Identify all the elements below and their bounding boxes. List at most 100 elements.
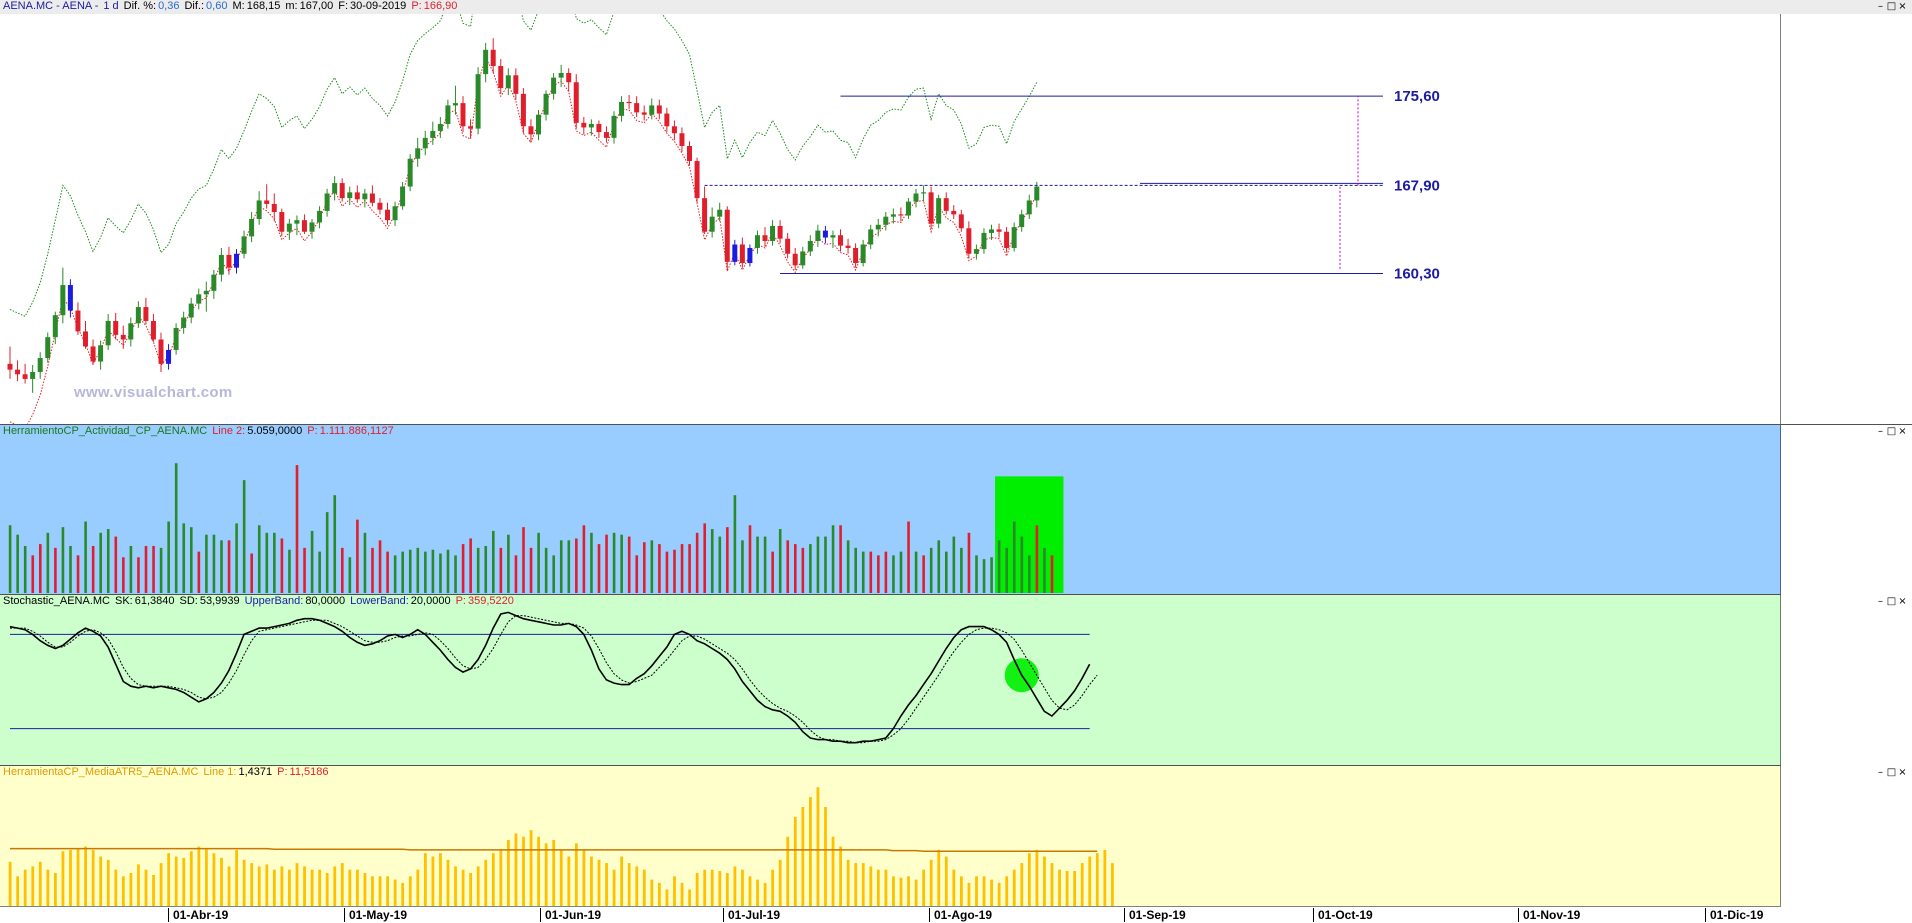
atr-panel[interactable]: HerramientaCP_MediaATR5_AENA.MC Line 1: 1,… (0, 765, 1912, 907)
atr-bar (929, 859, 933, 906)
date-tick: 01-Oct-19 (1313, 908, 1373, 922)
activity-bar (710, 529, 714, 593)
atr-bar (386, 876, 389, 906)
minimize-icon[interactable]: – (1875, 426, 1886, 437)
candle-body (581, 122, 587, 128)
candle-body (822, 230, 828, 238)
activity-bar (46, 532, 50, 593)
activity-bar (1012, 521, 1016, 593)
candle-body (709, 216, 715, 232)
activity-bar (809, 544, 812, 593)
atr-bar (839, 846, 842, 906)
atr-bar (454, 866, 457, 906)
close-icon[interactable]: × (1897, 426, 1908, 437)
minimize-icon[interactable]: – (1875, 1, 1886, 12)
activity-bar (1028, 555, 1031, 593)
atr-bar (325, 873, 329, 906)
close-icon[interactable]: × (1897, 767, 1908, 778)
atr-bar (914, 879, 918, 906)
minimize-icon[interactable]: – (1875, 767, 1886, 778)
activity-bar (794, 544, 797, 593)
minimize-icon[interactable]: – (1875, 596, 1886, 607)
atr-chart[interactable]: 122,51,44 (0, 766, 1912, 907)
candle-body (324, 193, 330, 211)
activity-bar (1005, 547, 1008, 593)
close-icon[interactable]: × (1897, 596, 1908, 607)
activity-bar (333, 495, 337, 593)
candle-body (150, 320, 156, 340)
atr-bar (1043, 856, 1046, 906)
activity-chart[interactable]: 100.000200.000300.000400.0000 (0, 425, 1912, 595)
activity-bar (257, 525, 261, 593)
candle-body (928, 192, 934, 224)
activity-bar (182, 523, 186, 593)
activity-bar (997, 540, 1001, 593)
activity-bar (144, 545, 148, 593)
candle-body (890, 214, 896, 217)
activity-bar (446, 549, 450, 593)
maximize-icon[interactable]: □ (1886, 767, 1897, 778)
stochastic-panel[interactable]: Stochastic_AENA.MC SK: 61,3840 SD: 53,9939 Up… (0, 594, 1912, 766)
atr-bar (975, 876, 978, 906)
close-icon[interactable]: × (1897, 1, 1908, 12)
atr-bar (597, 859, 601, 906)
maximize-icon[interactable]: □ (1886, 426, 1897, 437)
atr-bar (31, 866, 35, 906)
atr-bar (537, 836, 540, 906)
atr-bar (884, 869, 888, 906)
atr-bar (333, 866, 337, 906)
activity-bar (8, 525, 12, 593)
dif-value: 0,60 (206, 0, 228, 12)
activity-bar (612, 532, 616, 593)
atr-bar (1005, 876, 1009, 906)
atr-bar (718, 871, 722, 906)
activity-bar (726, 527, 729, 593)
price-label: P: (411, 0, 422, 12)
activity-bar (363, 532, 367, 593)
period-label: 1 d (103, 0, 119, 12)
atr-bar (733, 866, 737, 906)
atr-bar (182, 857, 186, 906)
candle-body (98, 345, 104, 362)
activity-bar (839, 525, 842, 593)
candle-body (1026, 200, 1032, 215)
activity-bar (371, 547, 374, 593)
candle-body (60, 285, 66, 316)
candle-body (15, 369, 21, 375)
atr-bar (982, 876, 986, 906)
candle-body (754, 235, 760, 248)
activity-bar (695, 532, 699, 593)
activity-panel[interactable]: HerramientoCP_Actividad_CP_AENA.MC Line 2… (0, 424, 1912, 595)
atr-bar (393, 879, 397, 906)
atr-bar (152, 874, 155, 906)
maximize-icon[interactable]: □ (1886, 1, 1897, 12)
atr-bar (1095, 853, 1099, 906)
activity-bar (831, 525, 835, 593)
activity-bar (439, 553, 442, 593)
activity-bar (703, 523, 706, 593)
candle-body (717, 209, 723, 217)
activity-bar (174, 463, 178, 593)
activity-bar (197, 551, 201, 593)
candle-body (30, 371, 36, 379)
atr-bar (582, 849, 586, 906)
candle-body (996, 229, 1002, 232)
stochastic-upper-value: 80,0000 (305, 595, 346, 607)
activity-bar (650, 540, 654, 593)
candle-body (90, 346, 96, 362)
max-value: 168,15 (246, 0, 281, 12)
maximize-icon[interactable]: □ (1886, 596, 1897, 607)
atr-bar (952, 869, 956, 906)
activity-bar (522, 527, 525, 593)
atr-bar (318, 869, 322, 906)
atr-bar (91, 849, 95, 906)
candle-body (536, 114, 541, 135)
atr-bar (61, 851, 65, 906)
price-chart[interactable]: 175,60167,90160,30150155160165170175180 (0, 14, 1912, 424)
atr-bar (356, 869, 359, 906)
price-panel[interactable]: 175,60167,90160,30150155160165170175180 (0, 14, 1912, 424)
activity-bar (378, 540, 382, 593)
candle-body (679, 133, 685, 146)
date-value: 30-09-2019 (350, 0, 407, 12)
stochastic-chart[interactable]: 20406080100 (0, 595, 1912, 766)
